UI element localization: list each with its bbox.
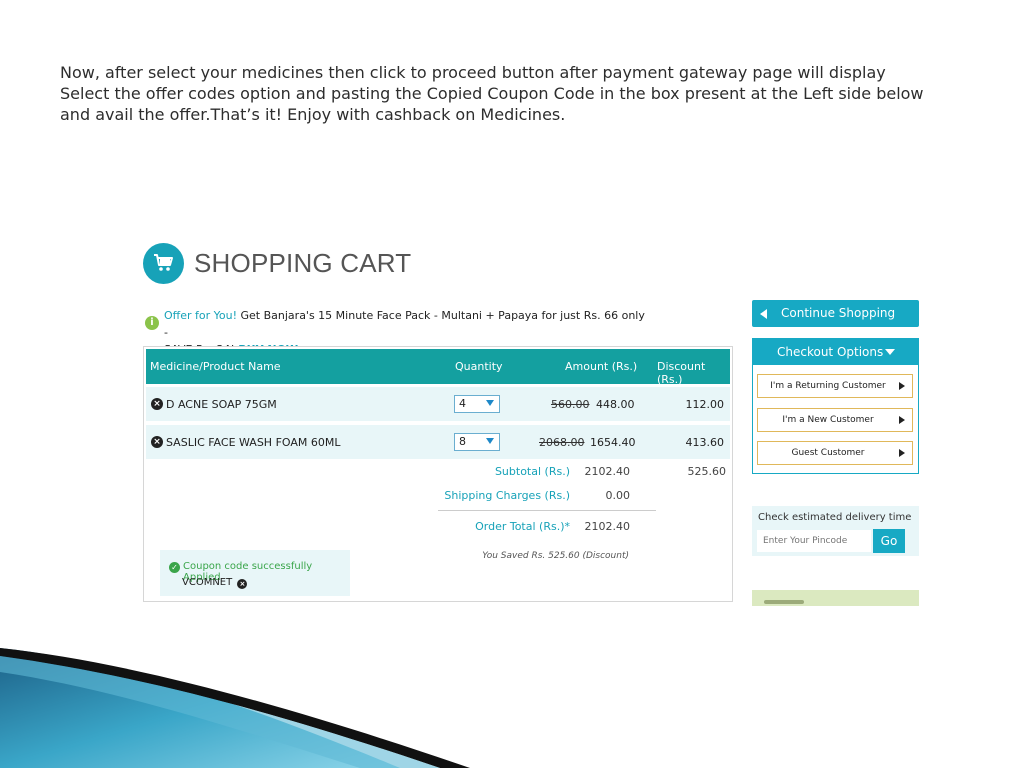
cart-table: Medicine/Product Name Quantity Amount (R… <box>143 346 733 602</box>
order-total-label: Order Total (Rs.)* <box>475 520 570 533</box>
new-price: 448.00 <box>596 398 635 411</box>
arrow-right-icon <box>899 382 905 390</box>
product-name: D ACNE SOAP 75GM <box>166 398 277 411</box>
instruction-line-2: Select the offer codes option and pastin… <box>60 84 924 103</box>
check-icon: ✓ <box>169 562 180 573</box>
page-title: SHOPPING CART <box>194 247 412 278</box>
cart-header: SHOPPING CART <box>143 242 411 284</box>
new-price: 1654.40 <box>590 436 636 449</box>
returning-customer-button[interactable]: I'm a Returning Customer <box>757 374 913 398</box>
remove-item-icon[interactable]: × <box>151 436 163 448</box>
arrow-right-icon <box>899 449 905 457</box>
delivery-label: Check estimated delivery time <box>758 512 912 523</box>
delivery-check-panel: Check estimated delivery time Go <box>752 506 919 556</box>
option-label: Guest Customer <box>791 448 865 458</box>
subtotal-label: Subtotal (Rs.) <box>494 465 570 478</box>
decorative-swoosh <box>0 648 470 768</box>
item-discount: 112.00 <box>685 398 725 411</box>
checkout-options-header[interactable]: Checkout Options <box>753 339 918 365</box>
arrow-right-icon <box>899 416 905 424</box>
promo-banner[interactable] <box>752 590 919 606</box>
instruction-line-1: Now, after select your medicines then cl… <box>60 63 886 82</box>
table-header: Medicine/Product Name Quantity Amount (R… <box>146 349 730 386</box>
quantity-value: 4 <box>459 397 466 410</box>
old-price: 2068.00 <box>539 436 585 449</box>
remove-coupon-icon[interactable]: × <box>237 579 248 589</box>
pincode-input[interactable] <box>757 530 871 552</box>
subtotal-value: 2102.40 <box>584 465 631 478</box>
offer-description: Get Banjara's 15 Minute Face Pack - Mult… <box>164 309 645 339</box>
column-header-discount: Discount (Rs.) <box>657 360 706 386</box>
chevron-down-icon <box>885 349 895 355</box>
instruction-text: Now, after select your medicines then cl… <box>60 62 980 125</box>
quantity-select[interactable]: 4 <box>454 395 500 413</box>
dropdown-caret-icon <box>486 400 494 406</box>
option-label: I'm a Returning Customer <box>770 381 886 391</box>
coupon-code-text: VCOMNET <box>182 577 233 588</box>
quantity-value: 8 <box>459 435 466 448</box>
order-total-value: 2102.40 <box>584 520 631 533</box>
old-price: 560.00 <box>551 398 590 411</box>
quantity-select[interactable]: 8 <box>454 433 500 451</box>
instruction-line-3: and avail the offer.That’s it! Enjoy wit… <box>60 105 566 124</box>
product-name: SASLIC FACE WASH FOAM 60ML <box>166 436 341 449</box>
shipping-value: 0.00 <box>605 489 631 502</box>
table-row: × SASLIC FACE WASH FOAM 60ML 8 2068.00 1… <box>146 425 730 459</box>
table-row: × D ACNE SOAP 75GM 4 560.00 448.00 112.0… <box>146 387 730 421</box>
shopping-cart-icon <box>143 242 184 284</box>
checkout-options-panel: Checkout Options I'm a Returning Custome… <box>752 338 919 474</box>
column-header-amount: Amount (Rs.) <box>565 360 638 373</box>
column-header-name: Medicine/Product Name <box>150 360 281 373</box>
arrow-left-icon <box>760 309 767 319</box>
continue-shopping-button[interactable]: Continue Shopping <box>752 300 919 327</box>
new-customer-button[interactable]: I'm a New Customer <box>757 408 913 432</box>
subtotal-discount-value: 525.60 <box>687 465 727 478</box>
remove-item-icon[interactable]: × <box>151 398 163 410</box>
dropdown-caret-icon <box>486 438 494 444</box>
go-button[interactable]: Go <box>873 529 905 553</box>
info-icon: i <box>145 316 159 330</box>
offer-lead: Offer for You! <box>164 309 238 322</box>
option-label: I'm a New Customer <box>782 415 874 425</box>
saved-amount-note: You Saved Rs. 525.60 (Discount) <box>482 551 629 561</box>
coupon-status: ✓ Coupon code successfully Applied VCOMN… <box>160 550 350 596</box>
checkout-options-title: Checkout Options <box>777 345 884 359</box>
guest-customer-button[interactable]: Guest Customer <box>757 441 913 465</box>
coupon-code: VCOMNET × <box>182 577 248 589</box>
continue-shopping-label: Continue Shopping <box>781 306 896 320</box>
item-discount: 413.60 <box>685 436 725 449</box>
shipping-label: Shipping Charges (Rs.) <box>444 489 570 502</box>
summary-divider <box>438 510 656 511</box>
column-header-quantity: Quantity <box>455 360 503 373</box>
promo-image <box>764 600 804 604</box>
